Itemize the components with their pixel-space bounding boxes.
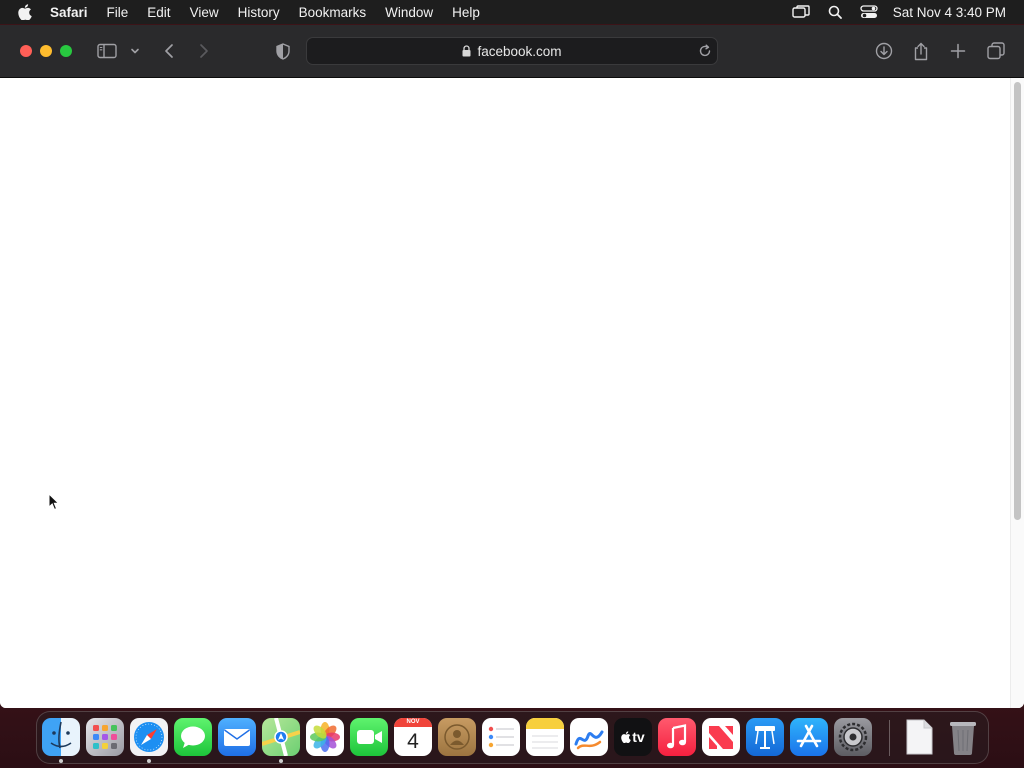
back-chevron-icon[interactable]: [157, 39, 181, 63]
screen-mirroring-icon[interactable]: [791, 4, 811, 20]
calendar-month-label: NOV: [394, 718, 432, 727]
dock: NOV 4 tv: [36, 711, 989, 764]
close-window-button[interactable]: [20, 45, 32, 57]
trash-icon[interactable]: [944, 718, 982, 756]
maps-running-dot: [279, 759, 283, 763]
menu-bar: Safari File Edit View History Bookmarks …: [0, 0, 1024, 24]
share-icon[interactable]: [909, 39, 933, 63]
menu-file[interactable]: File: [107, 5, 129, 20]
new-tab-plus-icon[interactable]: [946, 39, 970, 63]
sidebar-toggle-icon[interactable]: [95, 39, 119, 63]
spotlight-search-icon[interactable]: [825, 4, 845, 20]
finder-icon[interactable]: [42, 718, 80, 756]
photos-icon[interactable]: [306, 718, 344, 756]
mail-icon[interactable]: [218, 718, 256, 756]
menu-window[interactable]: Window: [385, 5, 433, 20]
safari-running-dot: [147, 759, 151, 763]
calendar-icon[interactable]: NOV 4: [394, 718, 432, 756]
scrollbar-thumb[interactable]: [1014, 82, 1021, 520]
safari-icon[interactable]: [130, 718, 168, 756]
reminders-icon[interactable]: [482, 718, 520, 756]
menu-view[interactable]: View: [190, 5, 219, 20]
control-center-icon[interactable]: [859, 4, 879, 20]
menubar-clock[interactable]: Sat Nov 4 3:40 PM: [893, 5, 1006, 20]
address-bar[interactable]: facebook.com: [306, 37, 718, 65]
apple-tv-icon[interactable]: tv: [614, 718, 652, 756]
menu-history[interactable]: History: [238, 5, 280, 20]
forward-chevron-icon[interactable]: [192, 39, 216, 63]
zoom-window-button[interactable]: [60, 45, 72, 57]
news-icon[interactable]: [702, 718, 740, 756]
freeform-icon[interactable]: [570, 718, 608, 756]
menu-help[interactable]: Help: [452, 5, 480, 20]
safari-toolbar: facebook.com: [0, 25, 1024, 78]
minimize-window-button[interactable]: [40, 45, 52, 57]
notes-icon[interactable]: [526, 718, 564, 756]
dock-separator: [889, 720, 890, 756]
document-icon[interactable]: [900, 718, 938, 756]
finder-running-dot: [59, 759, 63, 763]
web-content-area[interactable]: [0, 78, 1024, 708]
menu-edit[interactable]: Edit: [147, 5, 170, 20]
privacy-shield-icon[interactable]: [271, 39, 295, 63]
messages-icon[interactable]: [174, 718, 212, 756]
lock-icon: [462, 45, 472, 57]
maps-icon[interactable]: [262, 718, 300, 756]
address-url: facebook.com: [477, 43, 562, 59]
mouse-pointer-icon: [48, 492, 60, 511]
safari-window: facebook.com: [0, 25, 1024, 708]
vertical-scrollbar[interactable]: [1010, 78, 1024, 708]
facetime-icon[interactable]: [350, 718, 388, 756]
music-icon[interactable]: [658, 718, 696, 756]
system-settings-gear-icon[interactable]: [834, 718, 872, 756]
launchpad-icon[interactable]: [86, 718, 124, 756]
menu-bookmarks[interactable]: Bookmarks: [299, 5, 367, 20]
downloads-icon[interactable]: [872, 39, 896, 63]
tv-label: tv: [632, 729, 645, 745]
menu-app-safari[interactable]: Safari: [50, 5, 88, 20]
keynote-icon[interactable]: [746, 718, 784, 756]
calendar-day-label: 4: [407, 730, 419, 753]
reload-icon[interactable]: [698, 44, 712, 58]
tab-group-chevron-down-icon[interactable]: [124, 39, 146, 63]
tab-overview-icon[interactable]: [984, 39, 1008, 63]
app-store-icon[interactable]: [790, 718, 828, 756]
apple-menu-icon[interactable]: [18, 3, 36, 21]
contacts-icon[interactable]: [438, 718, 476, 756]
